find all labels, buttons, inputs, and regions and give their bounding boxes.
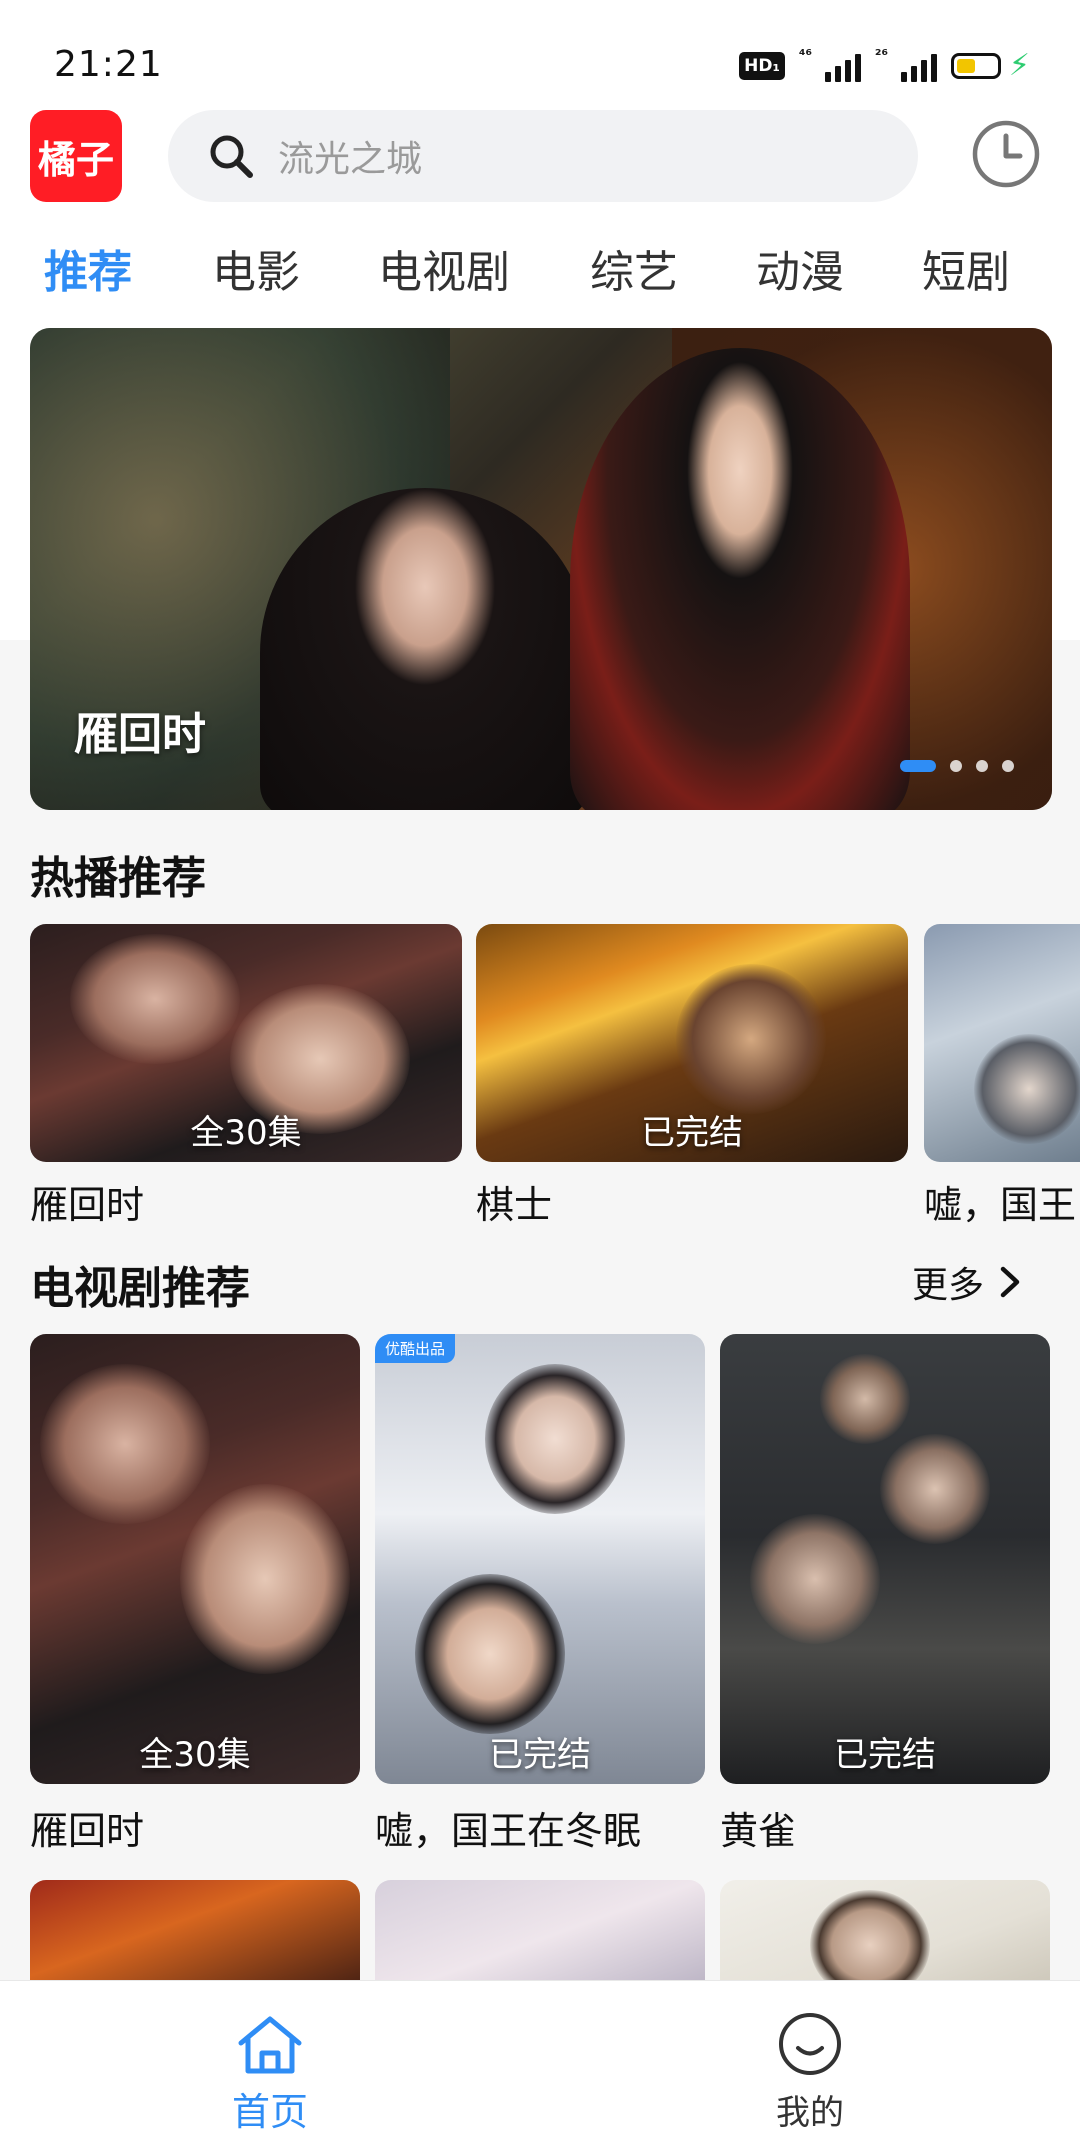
nav-profile-label: 我的 bbox=[776, 2093, 844, 2133]
search-input[interactable]: 流光之城 bbox=[168, 110, 918, 202]
status-icons: HD₁ ⁴⁶ ²⁶ ⚡ bbox=[739, 46, 1030, 86]
tab-recommend[interactable]: 推荐 bbox=[44, 236, 132, 300]
tv-card[interactable]: 全30集 bbox=[30, 1334, 360, 1784]
tv-card-title[interactable]: 雁回时 bbox=[30, 1800, 144, 1855]
episode-badge: 全30集 bbox=[190, 1113, 302, 1153]
signal-2g-icon: ²⁶ bbox=[875, 46, 937, 82]
banner-dot[interactable] bbox=[900, 760, 936, 772]
status-badge: 已完结 bbox=[489, 1735, 591, 1775]
tv-card[interactable]: 已完结 bbox=[720, 1334, 1050, 1784]
status-bar: 21:21 HD₁ ⁴⁶ ²⁶ ⚡ bbox=[0, 0, 1080, 110]
tv-card[interactable]: 优酷出品 已完结 bbox=[375, 1334, 705, 1784]
hot-card[interactable] bbox=[924, 924, 1080, 1162]
banner-title: 雁回时 bbox=[74, 709, 206, 760]
hd-badge: HD₁ bbox=[739, 52, 785, 80]
battery-icon bbox=[950, 53, 1001, 79]
signal-4g-icon: ⁴⁶ bbox=[799, 46, 861, 82]
banner-dot[interactable] bbox=[1002, 760, 1014, 772]
banner-dot[interactable] bbox=[976, 760, 988, 772]
smile-icon bbox=[779, 2013, 841, 2075]
more-label: 更多 bbox=[912, 1265, 985, 1306]
status-badge: 已完结 bbox=[641, 1113, 743, 1153]
banner-dot[interactable] bbox=[950, 760, 962, 772]
tab-movies[interactable]: 电影 bbox=[212, 236, 300, 300]
app-logo[interactable]: 橘子 bbox=[30, 110, 122, 202]
tab-variety[interactable]: 综艺 bbox=[590, 236, 678, 300]
category-tabs: 推荐 电影 电视剧 综艺 动漫 短剧 bbox=[0, 236, 1080, 316]
poster-art bbox=[40, 1364, 210, 1524]
tv-card-title[interactable]: 嘘，国王在冬眠 bbox=[375, 1800, 641, 1855]
banner-pagination bbox=[900, 760, 1014, 772]
tab-anime[interactable]: 动漫 bbox=[756, 236, 844, 300]
episode-badge: 全30集 bbox=[139, 1735, 251, 1775]
tab-tv-series[interactable]: 电视剧 bbox=[378, 236, 510, 300]
nav-home-label: 首页 bbox=[231, 2090, 308, 2134]
poster-art bbox=[880, 1434, 990, 1544]
poster-art bbox=[180, 1484, 350, 1674]
hot-card-title[interactable]: 嘘，国王 bbox=[924, 1174, 1076, 1229]
poster-art bbox=[70, 934, 240, 1064]
clock-icon bbox=[972, 120, 1040, 188]
tv-card-title[interactable]: 黄雀 bbox=[720, 1800, 796, 1855]
poster-art bbox=[676, 964, 826, 1114]
status-time: 21:21 bbox=[54, 44, 163, 85]
poster-art bbox=[415, 1574, 565, 1734]
poster-art bbox=[750, 1514, 880, 1644]
tab-short-drama[interactable]: 短剧 bbox=[922, 236, 1010, 300]
home-icon bbox=[238, 2016, 302, 2074]
hot-card-title[interactable]: 棋士 bbox=[476, 1174, 552, 1229]
hot-card[interactable]: 已完结 bbox=[476, 924, 908, 1162]
poster-art bbox=[820, 1354, 910, 1444]
featured-banner[interactable]: 雁回时 bbox=[30, 328, 1052, 810]
nav-profile[interactable]: 我的 bbox=[710, 1981, 910, 2135]
poster-art bbox=[485, 1364, 625, 1514]
search-placeholder: 流光之城 bbox=[278, 139, 423, 180]
nav-home[interactable]: 首页 bbox=[170, 1981, 370, 2135]
tv-section-title: 电视剧推荐 bbox=[30, 1263, 250, 1314]
banner-figure-man bbox=[570, 348, 910, 810]
hot-card[interactable]: 全30集 bbox=[30, 924, 462, 1162]
chevron-right-icon bbox=[1000, 1266, 1020, 1298]
hot-section-title: 热播推荐 bbox=[30, 853, 206, 904]
youku-tag: 优酷出品 bbox=[375, 1334, 456, 1363]
history-button[interactable] bbox=[970, 118, 1042, 190]
status-badge: 已完结 bbox=[834, 1735, 936, 1775]
banner-figure-woman bbox=[260, 488, 590, 810]
hot-card-title[interactable]: 雁回时 bbox=[30, 1174, 144, 1229]
poster-art bbox=[974, 1034, 1080, 1144]
charging-icon: ⚡ bbox=[1008, 48, 1030, 83]
more-link[interactable]: 更多 bbox=[912, 1256, 1022, 1308]
search-icon bbox=[206, 131, 256, 181]
bottom-navigation: 首页 我的 bbox=[0, 1980, 1080, 2135]
